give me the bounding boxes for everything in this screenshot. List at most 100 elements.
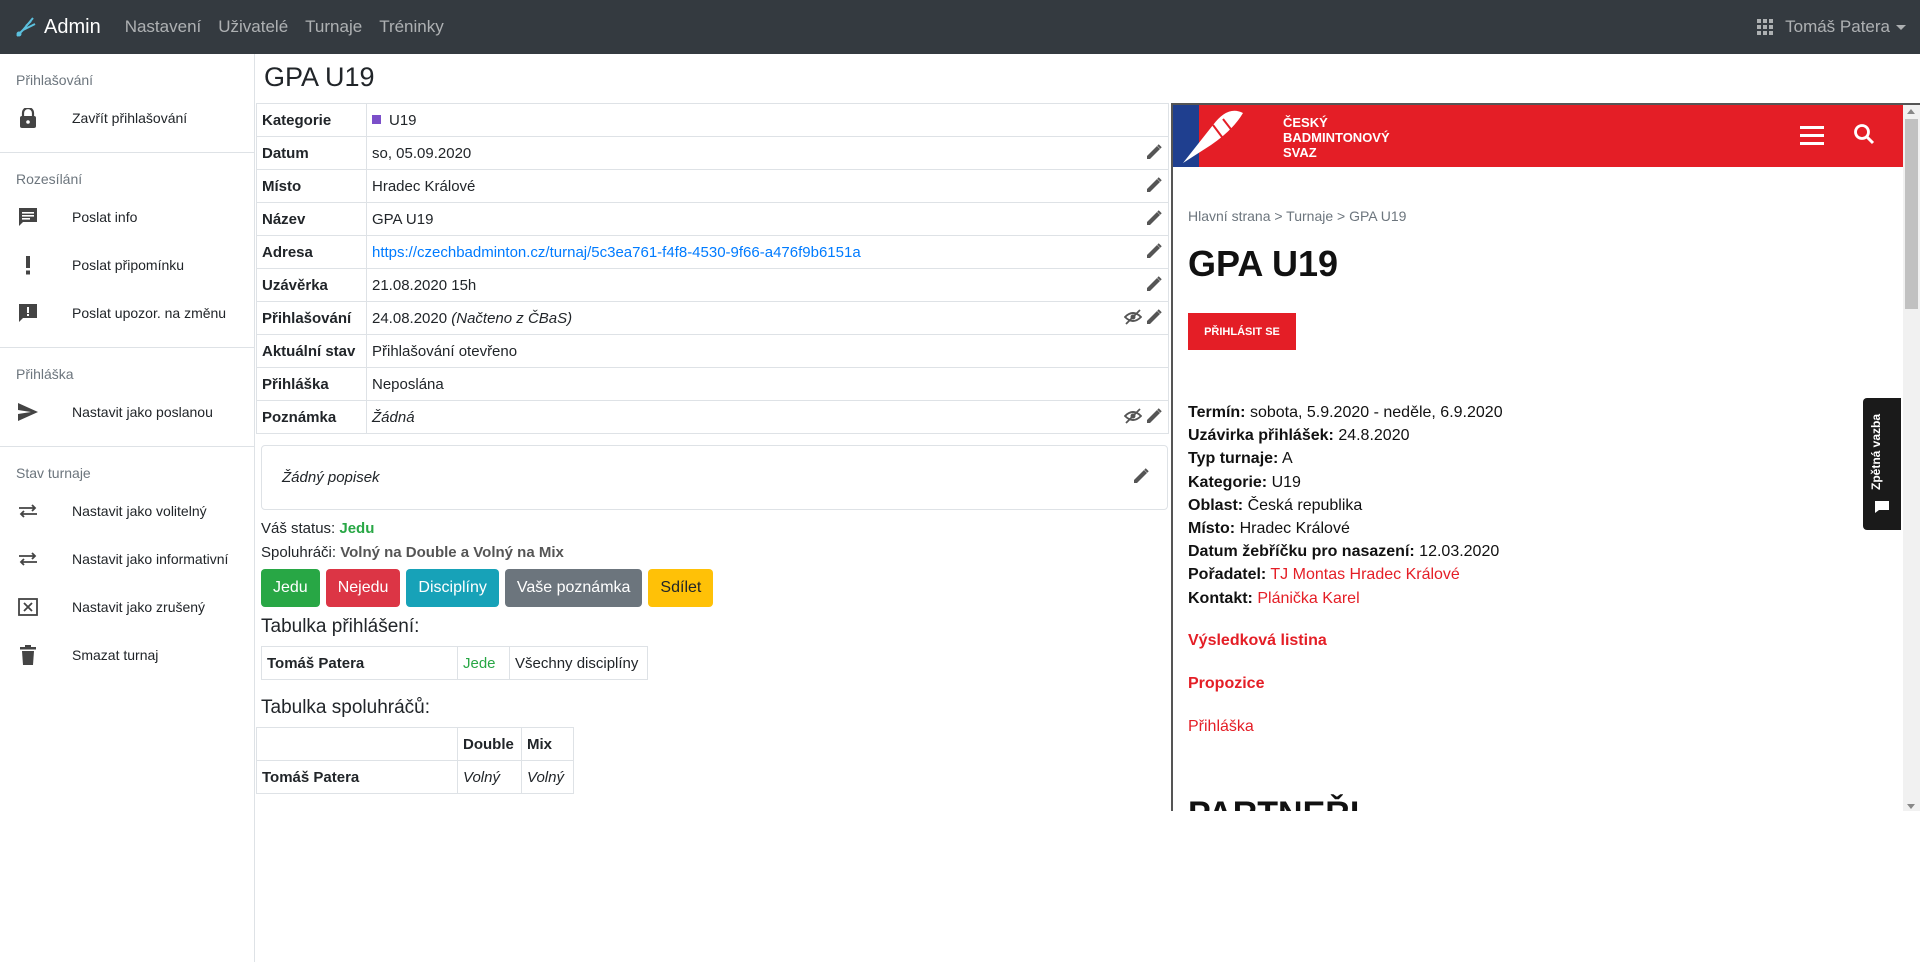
table-row: Uzávěrka 21.08.2020 15h [256, 268, 1169, 302]
detail-label: Místo: [1188, 520, 1236, 538]
sidebar-item-nastavit-informativni[interactable]: Nastavit jako informativní [0, 535, 254, 583]
detail-row: Pořadatel: TJ Montas Hradec Králové [1188, 563, 1503, 586]
sidebar-item-poslat-upozorneni[interactable]: Poslat upozor. na změnu [0, 289, 254, 337]
signup-button[interactable]: PŘIHLÁSIT SE [1188, 313, 1296, 350]
cbs-logo-icon[interactable] [1173, 105, 1263, 167]
breadcrumb[interactable]: Hlavní strana > Turnaje > GPA U19 [1188, 208, 1406, 224]
detail-row: Uzávirka přihlášek: 24.8.2020 [1188, 424, 1503, 447]
sidebar-section-title: Stav turnaje [16, 465, 91, 481]
eye-off-icon[interactable] [1124, 408, 1142, 424]
logo-line: ČESKÝ [1283, 115, 1328, 130]
nejedu-button[interactable]: Nejedu [325, 569, 401, 607]
pencil-icon[interactable] [1146, 408, 1162, 424]
brand[interactable]: Admin [14, 15, 101, 39]
table-row: Název GPA U19 [256, 202, 1169, 236]
detail-row: Místo: Hradec Králové [1188, 517, 1503, 540]
prihlaska-link[interactable]: Přihláška [1188, 718, 1254, 736]
message-icon [16, 205, 40, 229]
row-label: Místo [256, 169, 367, 203]
detail-row: Termín: sobota, 5.9.2020 - neděle, 6.9.2… [1188, 401, 1503, 424]
eye-off-icon[interactable] [1124, 309, 1142, 325]
pencil-icon[interactable] [1146, 144, 1162, 160]
reg-name: Tomáš Patera [261, 646, 458, 680]
detail-label: Uzávirka přihlášek: [1188, 427, 1334, 445]
sidebar-item-label: Nastavit jako volitelný [72, 503, 207, 519]
embedded-cbs-page[interactable]: ČESKÝ BADMINTONOVÝ SVAZ Hlavní strana > … [1171, 103, 1920, 811]
pencil-icon[interactable] [1146, 177, 1162, 193]
jedu-button[interactable]: Jedu [261, 569, 320, 607]
detail-label: Datum žebříčku pro nasazení: [1188, 543, 1415, 561]
share-button[interactable]: Sdílet [648, 569, 714, 607]
registration-note: (Načteno z ČBaS) [451, 309, 573, 327]
detail-label: Oblast: [1188, 496, 1244, 514]
page-title: GPA U19 [264, 62, 375, 92]
hamburger-menu-icon[interactable] [1800, 126, 1824, 150]
lock-icon [16, 106, 40, 130]
nav-link-turnaje[interactable]: Turnaje [305, 17, 362, 37]
row-value: 24.08.2020 (Načteno z ČBaS) [366, 301, 1169, 335]
action-buttons: Jedu Nejedu Disciplíny Vaše poznámka Sdí… [261, 569, 714, 607]
detail-label: Typ turnaje: [1188, 450, 1279, 468]
pencil-icon[interactable] [1133, 468, 1149, 484]
scroll-thumb[interactable] [1905, 119, 1918, 309]
detail-label: Pořadatel: [1188, 566, 1267, 584]
row-value: Přihlašování otevřeno [366, 334, 1169, 368]
sidebar-item-nastavit-volitelny[interactable]: Nastavit jako volitelný [0, 487, 254, 535]
tournament-details: Termín: sobota, 5.9.2020 - neděle, 6.9.2… [1188, 401, 1503, 610]
nav-link-uzivatele[interactable]: Uživatelé [218, 17, 288, 37]
date-value: so, 05.09.2020 [372, 144, 472, 162]
description-card: Žádný popisek [261, 445, 1168, 510]
scrollbar[interactable] [1903, 105, 1920, 811]
sidebar-item-smazat-turnaj[interactable]: Smazat turnaj [0, 631, 254, 679]
note-button[interactable]: Vaše poznámka [504, 569, 643, 607]
exclamation-icon [16, 253, 40, 277]
row-value: https://czechbadminton.cz/turnaj/5c3ea76… [366, 235, 1169, 269]
user-menu[interactable]: Tomáš Patera [1785, 17, 1906, 37]
apps-grid-icon[interactable] [1757, 19, 1774, 35]
address-link[interactable]: https://czechbadminton.cz/turnaj/5c3ea76… [372, 244, 861, 261]
row-label: Aktuální stav [256, 334, 367, 368]
shuttlecock-icon [16, 17, 36, 37]
scroll-down-icon[interactable] [1907, 804, 1915, 809]
row-value: so, 05.09.2020 [366, 136, 1169, 170]
pencil-icon[interactable] [1146, 309, 1162, 325]
sidebar-section-title: Přihlašování [16, 72, 94, 88]
partners-line: Spoluhráči: Volný na Double a Volný na M… [261, 544, 564, 561]
cbs-logo-text: ČESKÝ BADMINTONOVÝ SVAZ [1283, 115, 1390, 160]
pencil-icon[interactable] [1146, 243, 1162, 259]
table-row: Datum so, 05.09.2020 [256, 136, 1169, 170]
row-value: Žádná [366, 400, 1169, 434]
header-cell [256, 727, 458, 761]
contact-link[interactable]: Plánička Karel [1257, 590, 1359, 607]
sidebar-item-nastavit-zruseny[interactable]: Nastavit jako zrušený [0, 583, 254, 631]
sidebar-item-poslat-info[interactable]: Poslat info [0, 193, 254, 241]
discipliny-button[interactable]: Disciplíny [406, 569, 499, 607]
swap-icon [16, 547, 40, 571]
search-icon[interactable] [1853, 123, 1875, 145]
table-row: Přihláška Neposlána [256, 367, 1169, 401]
feedback-tab[interactable]: Zpětná vazba [1863, 398, 1901, 530]
cbs-page-title: GPA U19 [1188, 243, 1339, 284]
status-value: Jedu [339, 520, 375, 537]
category-value: U19 [389, 111, 417, 129]
sidebar-item-poslat-pripominku[interactable]: Poslat připomínku [0, 241, 254, 289]
sidebar-item-label: Poslat upozor. na změnu [72, 305, 227, 321]
pencil-icon[interactable] [1146, 210, 1162, 226]
organizer-link[interactable]: TJ Montas Hradec Králové [1270, 566, 1459, 583]
status-label: Váš status: [261, 520, 336, 537]
table-row: Poznámka Žádná [256, 400, 1169, 434]
nav-link-treninky[interactable]: Tréninky [379, 17, 444, 37]
scroll-up-icon[interactable] [1907, 109, 1915, 114]
pencil-icon[interactable] [1146, 276, 1162, 292]
partner-mix: Volný [521, 760, 574, 794]
results-link[interactable]: Výsledková listina [1188, 632, 1327, 650]
nav-link-nastaveni[interactable]: Nastavení [125, 17, 202, 37]
propozice-link[interactable]: Propozice [1188, 675, 1264, 693]
chat-icon [1875, 501, 1889, 513]
feedback-label: Zpětná vazba [1869, 413, 1883, 490]
table-row: Přihlašování 24.08.2020 (Načteno z ČBaS) [256, 301, 1169, 335]
sidebar-item-zavrit-prihlasovani[interactable]: Zavřít přihlašování [0, 94, 254, 142]
place-value: Hradec Králové [372, 177, 476, 195]
sidebar-item-nastavit-poslanou[interactable]: Nastavit jako poslanou [0, 388, 254, 436]
row-label: Datum [256, 136, 367, 170]
